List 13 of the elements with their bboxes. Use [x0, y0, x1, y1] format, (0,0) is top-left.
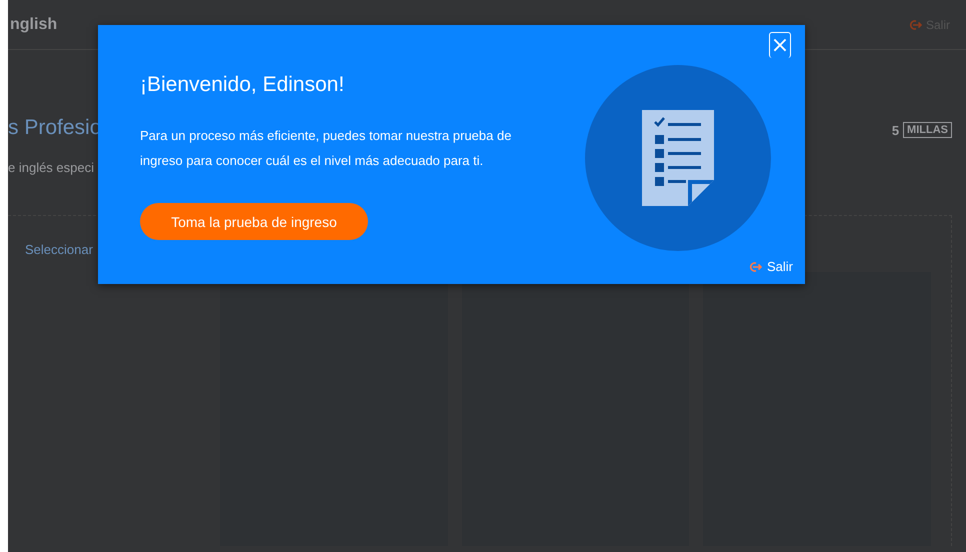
logout-link[interactable]: Salir: [748, 259, 793, 274]
dialog-title: ¡Bienvenido, Edinson!: [140, 73, 346, 97]
miles-count: 5: [892, 122, 900, 138]
checklist-document-icon: [642, 110, 714, 206]
exit-icon: [748, 260, 763, 272]
dialog-message: Para un proceso más eficiente, puedes tomar nuestra prueba de ingreso para conocer cuál es el nivel más adecuado para ti.: [140, 127, 512, 170]
brand-name: nglish: [10, 16, 58, 34]
close-button[interactable]: ×: [769, 32, 791, 58]
take-test-button[interactable]: Toma la prueba de ingreso: [140, 203, 368, 240]
miles-unit: MILLAS: [903, 122, 952, 138]
exit-icon: [908, 18, 923, 30]
select-label: Seleccionar: [25, 242, 93, 257]
page-subtitle: e inglés especi: [8, 160, 94, 175]
